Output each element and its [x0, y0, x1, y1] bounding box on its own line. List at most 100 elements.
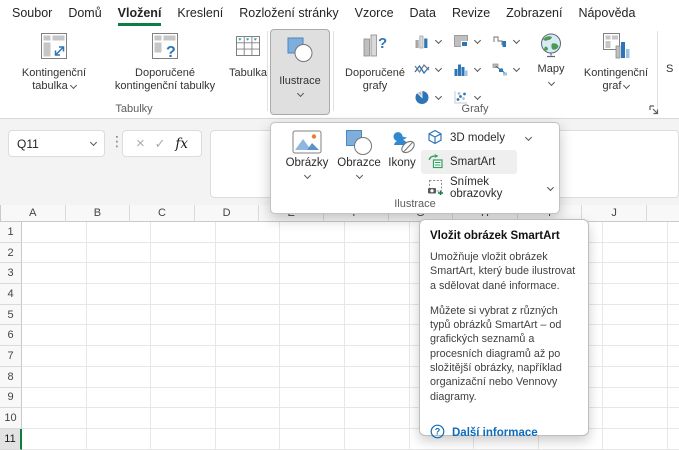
cell-A10[interactable] [22, 408, 87, 429]
cell-B2[interactable] [86, 242, 152, 264]
cell-C9[interactable] [151, 387, 216, 409]
screenshot-item[interactable]: Snímek obrazovky [421, 176, 555, 200]
pivot-chart-button[interactable]: Kontingenční graf [578, 29, 654, 93]
cell-E3[interactable] [280, 263, 345, 285]
cell-J4[interactable] [603, 284, 668, 305]
cell-C11[interactable] [151, 428, 216, 450]
illustrations-button[interactable]: Ilustrace [270, 29, 330, 115]
cell-E10[interactable] [280, 408, 345, 429]
cell-C6[interactable] [151, 325, 216, 347]
chevron-down-icon[interactable] [89, 138, 98, 147]
row-header-4[interactable]: 4 [0, 284, 22, 305]
tab-soubor[interactable]: Soubor [4, 1, 60, 26]
cell-A2[interactable] [22, 242, 87, 264]
cell-A11[interactable] [22, 428, 87, 450]
cell-F7[interactable] [344, 346, 410, 367]
cell-partial-10[interactable] [667, 408, 679, 429]
cell-partial-1[interactable] [667, 222, 679, 243]
cell-B5[interactable] [86, 304, 152, 326]
cell-D6[interactable] [215, 325, 281, 347]
cell-partial-4[interactable] [667, 284, 679, 305]
cell-D4[interactable] [215, 284, 281, 305]
table-button[interactable]: Tabulka [226, 29, 270, 80]
cell-partial-3[interactable] [667, 263, 679, 285]
cell-A9[interactable] [22, 387, 87, 409]
cell-E6[interactable] [280, 325, 345, 347]
row-header-2[interactable]: 2 [0, 242, 22, 264]
cell-E9[interactable] [280, 387, 345, 409]
recommended-pivot-tables-button[interactable]: ? Doporučené kontingenční tabulky [102, 29, 228, 93]
cell-partial-11[interactable] [667, 429, 679, 450]
cell-F6[interactable] [344, 325, 410, 347]
cell-E8[interactable] [280, 366, 345, 388]
shapes-button[interactable]: Obrazce [333, 127, 385, 180]
cell-partial-6[interactable] [667, 325, 679, 347]
tab-domu[interactable]: Domů [60, 1, 109, 26]
cell-partial-7[interactable] [667, 346, 679, 367]
enter-icon[interactable]: ✓ [155, 136, 166, 152]
3d-models-item[interactable]: 3D modely [421, 126, 553, 150]
row-header-3[interactable]: 3 [0, 263, 22, 285]
cell-F10[interactable] [344, 408, 410, 429]
cell-C10[interactable] [151, 408, 216, 429]
cell-B9[interactable] [86, 387, 152, 409]
cell-F11[interactable] [344, 428, 410, 450]
cell-J7[interactable] [603, 346, 668, 367]
cancel-icon[interactable]: × [136, 135, 145, 152]
cell-C3[interactable] [151, 263, 216, 285]
waterfall-chart-button[interactable] [490, 31, 521, 51]
tab-napoveda[interactable]: Nápověda [570, 1, 643, 26]
row-header-9[interactable]: 9 [0, 387, 22, 409]
cell-C5[interactable] [151, 304, 216, 326]
cell-F3[interactable] [344, 263, 410, 285]
row-header-10[interactable]: 10 [0, 408, 22, 429]
recommended-charts-button[interactable]: ? Doporučené grafy [338, 29, 412, 93]
cell-D1[interactable] [215, 222, 281, 243]
cell-E5[interactable] [280, 304, 345, 326]
cell-J2[interactable] [603, 242, 668, 264]
cell-D8[interactable] [215, 366, 281, 388]
more-info-link[interactable]: ? Další informace [430, 424, 578, 442]
smartart-item[interactable]: SmartArt [421, 150, 517, 174]
tab-rozlozeni-stranky[interactable]: Rozložení stránky [231, 1, 346, 26]
cell-J3[interactable] [603, 263, 668, 285]
tab-revize[interactable]: Revize [444, 1, 498, 26]
maps-button[interactable]: Mapy [528, 29, 574, 87]
cell-partial-9[interactable] [667, 388, 679, 409]
cell-J9[interactable] [603, 387, 668, 409]
cell-C4[interactable] [151, 284, 216, 305]
tab-zobrazeni[interactable]: Zobrazení [498, 1, 570, 26]
tab-vzorce[interactable]: Vzorce [347, 1, 402, 26]
cell-J10[interactable] [603, 408, 668, 429]
cell-A1[interactable] [22, 222, 87, 243]
cell-A3[interactable] [22, 263, 87, 285]
column-header-J[interactable]: J [582, 205, 647, 222]
cell-A4[interactable] [22, 284, 87, 305]
column-header-partial[interactable] [646, 205, 679, 222]
cell-D11[interactable] [215, 428, 281, 450]
row-header-6[interactable]: 6 [0, 325, 22, 347]
cell-B8[interactable] [86, 366, 152, 388]
tab-kresleni[interactable]: Kreslení [169, 1, 231, 26]
row-header-7[interactable]: 7 [0, 346, 22, 367]
cell-partial-8[interactable] [667, 367, 679, 388]
cell-D2[interactable] [215, 242, 281, 264]
cell-F8[interactable] [344, 366, 410, 388]
cell-partial-5[interactable] [667, 305, 679, 326]
cell-E4[interactable] [280, 284, 345, 305]
cell-B1[interactable] [86, 222, 152, 243]
cell-E7[interactable] [280, 346, 345, 367]
cell-D3[interactable] [215, 263, 281, 285]
cell-D10[interactable] [215, 408, 281, 429]
row-header-1[interactable]: 1 [0, 222, 22, 243]
tab-vlozeni[interactable]: Vložení [110, 1, 170, 26]
cell-C8[interactable] [151, 366, 216, 388]
cell-E1[interactable] [280, 222, 345, 243]
row-header-5[interactable]: 5 [0, 304, 22, 326]
cell-B11[interactable] [86, 428, 152, 450]
cell-J8[interactable] [603, 366, 668, 388]
cell-F4[interactable] [344, 284, 410, 305]
cell-F5[interactable] [344, 304, 410, 326]
cell-A6[interactable] [22, 325, 87, 347]
column-header-C[interactable]: C [130, 205, 195, 222]
